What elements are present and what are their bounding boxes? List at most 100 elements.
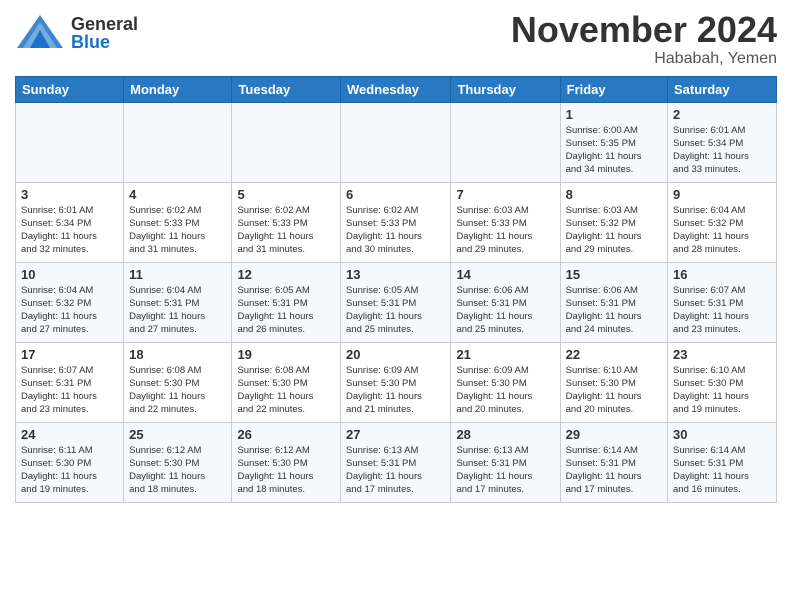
day-number: 19: [237, 347, 335, 362]
calendar-cell: 9 Sunrise: 6:04 AM Sunset: 5:32 PM Daylig…: [668, 182, 777, 262]
day-number: 5: [237, 187, 335, 202]
day-info: Sunrise: 6:02 AM Sunset: 5:33 PM Dayligh…: [129, 204, 226, 257]
calendar-cell: 26 Sunrise: 6:12 AM Sunset: 5:30 PM Dayli…: [232, 422, 341, 502]
col-thursday: Thursday: [451, 76, 560, 102]
location: Hababah, Yemen: [511, 50, 777, 68]
calendar-cell: 22 Sunrise: 6:10 AM Sunset: 5:30 PM Dayli…: [560, 342, 667, 422]
day-number: 20: [346, 347, 445, 362]
day-number: 26: [237, 427, 335, 442]
day-info: Sunrise: 6:11 AM Sunset: 5:30 PM Dayligh…: [21, 444, 118, 497]
calendar-cell: 16Sunrise: 6:07 AM Sunset: 5:31 PM Dayli…: [668, 262, 777, 342]
logo-text: General Blue: [71, 15, 138, 51]
calendar-cell: 29 Sunrise: 6:14 AM Sunset: 5:31 PM Dayli…: [560, 422, 667, 502]
calendar-cell: 28Sunrise: 6:13 AM Sunset: 5:31 PM Dayli…: [451, 422, 560, 502]
month-title: November 2024: [511, 10, 777, 50]
day-number: 16: [673, 267, 771, 282]
col-friday: Friday: [560, 76, 667, 102]
day-info: Sunrise: 6:10 AM Sunset: 5:30 PM Dayligh…: [673, 364, 771, 417]
calendar-cell: 6 Sunrise: 6:02 AM Sunset: 5:33 PM Daylig…: [341, 182, 451, 262]
day-info: Sunrise: 6:14 AM Sunset: 5:31 PM Dayligh…: [566, 444, 662, 497]
day-info: Sunrise: 6:03 AM Sunset: 5:33 PM Dayligh…: [456, 204, 554, 257]
day-info: Sunrise: 6:02 AM Sunset: 5:33 PM Dayligh…: [237, 204, 335, 257]
day-number: 12: [237, 267, 335, 282]
day-number: 2: [673, 107, 771, 122]
title-block: November 2024 Hababah, Yemen: [511, 10, 777, 68]
day-info: Sunrise: 6:03 AM Sunset: 5:32 PM Dayligh…: [566, 204, 662, 257]
calendar-cell: 7 Sunrise: 6:03 AM Sunset: 5:33 PM Daylig…: [451, 182, 560, 262]
day-info: Sunrise: 6:04 AM Sunset: 5:31 PM Dayligh…: [129, 284, 226, 337]
day-info: Sunrise: 6:08 AM Sunset: 5:30 PM Dayligh…: [237, 364, 335, 417]
page: General Blue November 2024 Hababah, Yeme…: [0, 0, 792, 513]
day-number: 1: [566, 107, 662, 122]
col-monday: Monday: [124, 76, 232, 102]
calendar-cell: 23Sunrise: 6:10 AM Sunset: 5:30 PM Dayli…: [668, 342, 777, 422]
day-number: 17: [21, 347, 118, 362]
calendar-cell: 2 Sunrise: 6:01 AM Sunset: 5:34 PM Daylig…: [668, 102, 777, 182]
calendar-cell: 20 Sunrise: 6:09 AM Sunset: 5:30 PM Dayli…: [341, 342, 451, 422]
calendar: Sunday Monday Tuesday Wednesday Thursday…: [15, 76, 777, 503]
day-info: Sunrise: 6:05 AM Sunset: 5:31 PM Dayligh…: [237, 284, 335, 337]
day-info: Sunrise: 6:09 AM Sunset: 5:30 PM Dayligh…: [456, 364, 554, 417]
day-number: 4: [129, 187, 226, 202]
calendar-cell: [341, 102, 451, 182]
calendar-header-row: Sunday Monday Tuesday Wednesday Thursday…: [16, 76, 777, 102]
calendar-cell: 11 Sunrise: 6:04 AM Sunset: 5:31 PM Dayli…: [124, 262, 232, 342]
calendar-cell: [451, 102, 560, 182]
calendar-cell: 19 Sunrise: 6:08 AM Sunset: 5:30 PM Dayli…: [232, 342, 341, 422]
calendar-week-row: 17 Sunrise: 6:07 AM Sunset: 5:31 PM Dayli…: [16, 342, 777, 422]
day-info: Sunrise: 6:12 AM Sunset: 5:30 PM Dayligh…: [237, 444, 335, 497]
calendar-week-row: 24 Sunrise: 6:11 AM Sunset: 5:30 PM Dayli…: [16, 422, 777, 502]
day-number: 21: [456, 347, 554, 362]
day-number: 22: [566, 347, 662, 362]
day-number: 24: [21, 427, 118, 442]
calendar-cell: 18Sunrise: 6:08 AM Sunset: 5:30 PM Dayli…: [124, 342, 232, 422]
calendar-cell: 15 Sunrise: 6:06 AM Sunset: 5:31 PM Dayli…: [560, 262, 667, 342]
day-number: 27: [346, 427, 445, 442]
day-info: Sunrise: 6:01 AM Sunset: 5:34 PM Dayligh…: [21, 204, 118, 257]
day-info: Sunrise: 6:08 AM Sunset: 5:30 PM Dayligh…: [129, 364, 226, 417]
day-info: Sunrise: 6:06 AM Sunset: 5:31 PM Dayligh…: [566, 284, 662, 337]
day-number: 28: [456, 427, 554, 442]
col-wednesday: Wednesday: [341, 76, 451, 102]
day-info: Sunrise: 6:01 AM Sunset: 5:34 PM Dayligh…: [673, 124, 771, 177]
calendar-cell: 27 Sunrise: 6:13 AM Sunset: 5:31 PM Dayli…: [341, 422, 451, 502]
calendar-cell: 14Sunrise: 6:06 AM Sunset: 5:31 PM Dayli…: [451, 262, 560, 342]
day-info: Sunrise: 6:14 AM Sunset: 5:31 PM Dayligh…: [673, 444, 771, 497]
day-number: 14: [456, 267, 554, 282]
day-number: 6: [346, 187, 445, 202]
day-number: 13: [346, 267, 445, 282]
day-info: Sunrise: 6:00 AM Sunset: 5:35 PM Dayligh…: [566, 124, 662, 177]
day-number: 11: [129, 267, 226, 282]
logo-blue-text: Blue: [71, 33, 138, 51]
day-info: Sunrise: 6:04 AM Sunset: 5:32 PM Dayligh…: [673, 204, 771, 257]
calendar-cell: [232, 102, 341, 182]
calendar-cell: 5 Sunrise: 6:02 AM Sunset: 5:33 PM Daylig…: [232, 182, 341, 262]
col-tuesday: Tuesday: [232, 76, 341, 102]
day-number: 29: [566, 427, 662, 442]
calendar-cell: 1 Sunrise: 6:00 AM Sunset: 5:35 PM Daylig…: [560, 102, 667, 182]
logo-icon: [15, 10, 65, 55]
calendar-cell: 3 Sunrise: 6:01 AM Sunset: 5:34 PM Daylig…: [16, 182, 124, 262]
calendar-cell: [16, 102, 124, 182]
calendar-cell: 8Sunrise: 6:03 AM Sunset: 5:32 PM Daylig…: [560, 182, 667, 262]
calendar-cell: 25 Sunrise: 6:12 AM Sunset: 5:30 PM Dayli…: [124, 422, 232, 502]
day-info: Sunrise: 6:02 AM Sunset: 5:33 PM Dayligh…: [346, 204, 445, 257]
day-number: 10: [21, 267, 118, 282]
day-info: Sunrise: 6:05 AM Sunset: 5:31 PM Dayligh…: [346, 284, 445, 337]
day-number: 9: [673, 187, 771, 202]
calendar-cell: 24 Sunrise: 6:11 AM Sunset: 5:30 PM Dayli…: [16, 422, 124, 502]
calendar-cell: 21 Sunrise: 6:09 AM Sunset: 5:30 PM Dayli…: [451, 342, 560, 422]
calendar-cell: [124, 102, 232, 182]
day-info: Sunrise: 6:13 AM Sunset: 5:31 PM Dayligh…: [346, 444, 445, 497]
day-number: 15: [566, 267, 662, 282]
day-info: Sunrise: 6:09 AM Sunset: 5:30 PM Dayligh…: [346, 364, 445, 417]
day-info: Sunrise: 6:07 AM Sunset: 5:31 PM Dayligh…: [21, 364, 118, 417]
day-number: 7: [456, 187, 554, 202]
logo: General Blue: [15, 10, 138, 55]
day-number: 3: [21, 187, 118, 202]
day-info: Sunrise: 6:12 AM Sunset: 5:30 PM Dayligh…: [129, 444, 226, 497]
day-number: 25: [129, 427, 226, 442]
day-info: Sunrise: 6:10 AM Sunset: 5:30 PM Dayligh…: [566, 364, 662, 417]
calendar-cell: 13 Sunrise: 6:05 AM Sunset: 5:31 PM Dayli…: [341, 262, 451, 342]
col-saturday: Saturday: [668, 76, 777, 102]
